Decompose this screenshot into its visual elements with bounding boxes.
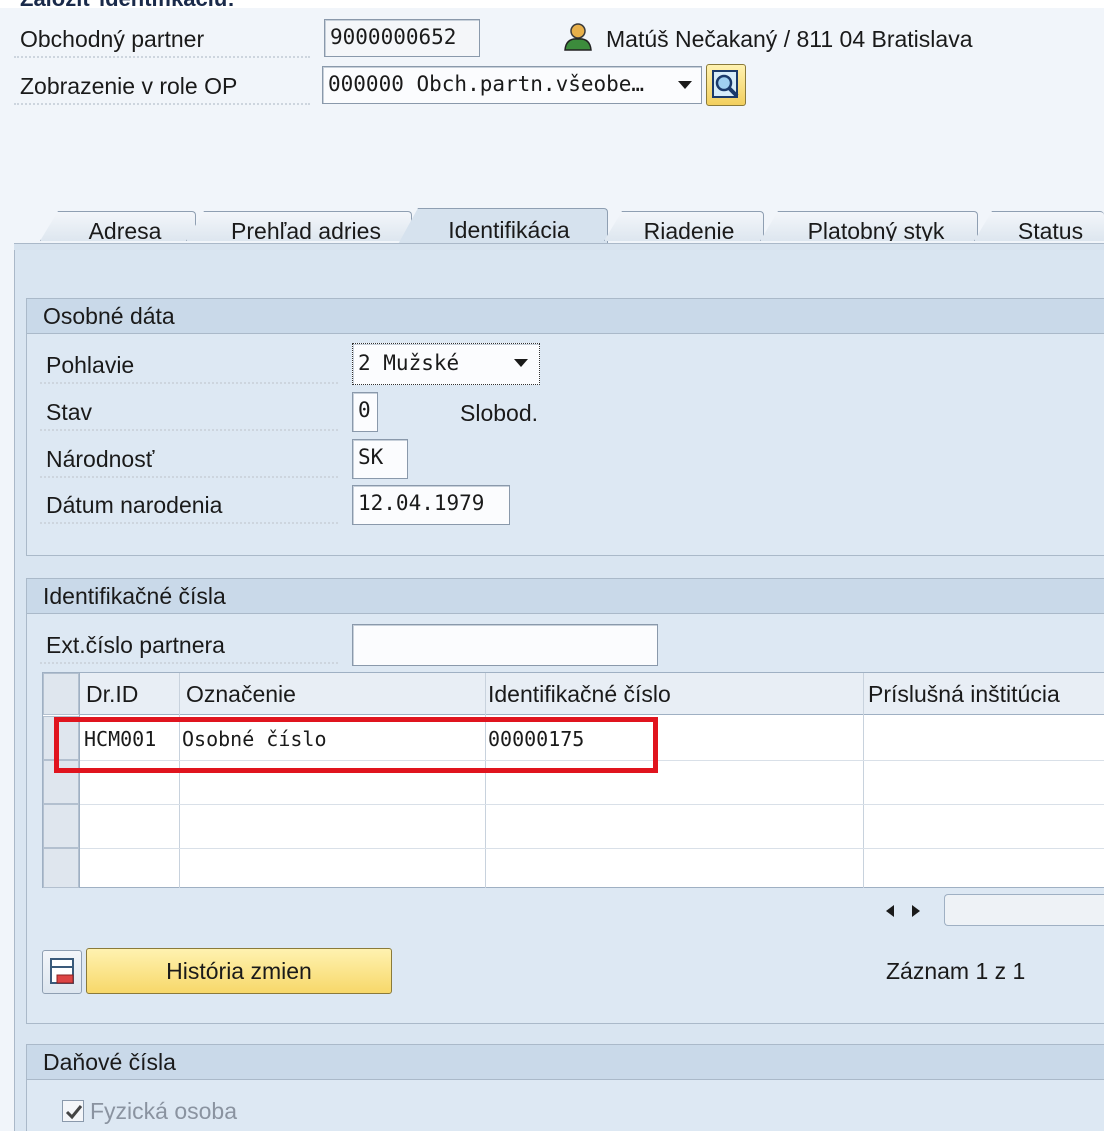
col-header-oznacenie[interactable]: Označenie bbox=[186, 673, 296, 715]
tab-status-label: Status bbox=[1017, 218, 1084, 244]
scroll-right-icon[interactable] bbox=[912, 905, 920, 917]
horizontal-scrollbar[interactable] bbox=[944, 894, 1104, 926]
col-sep bbox=[863, 673, 864, 888]
row-sep bbox=[80, 848, 1104, 849]
scroll-arrows bbox=[868, 896, 938, 926]
chevron-down-icon[interactable] bbox=[514, 359, 528, 367]
table-settings-button[interactable] bbox=[42, 950, 82, 994]
tab-strip-edge bbox=[14, 243, 1104, 250]
group-ids-title: Identifikačné čísla bbox=[27, 579, 1104, 614]
record-counter: Záznam 1 z 1 bbox=[886, 958, 1026, 984]
partner-field[interactable]: 9000000652 bbox=[324, 19, 480, 57]
birth-date-label: Dátum narodenia bbox=[40, 494, 338, 524]
natural-person-checkbox[interactable] bbox=[62, 1100, 84, 1122]
row-selector[interactable] bbox=[43, 848, 79, 888]
status-field[interactable]: 0 bbox=[352, 392, 378, 432]
highlight-frame bbox=[54, 717, 658, 773]
person-icon bbox=[562, 22, 594, 52]
tab-identifikacia-label: Identifikácia bbox=[448, 217, 570, 243]
role-select-value: 000000 Obch.partn.všeobe… bbox=[328, 72, 645, 96]
nationality-label: Národnosť bbox=[40, 448, 338, 478]
role-select[interactable]: 000000 Obch.partn.všeobe… bbox=[322, 66, 702, 104]
role-search-button[interactable] bbox=[706, 64, 746, 106]
ext-number-label: Ext.číslo partnera bbox=[40, 634, 338, 664]
tab-identifikacia[interactable]: Identifikácia bbox=[396, 208, 608, 248]
status-label: Stav bbox=[40, 401, 338, 431]
row-sep bbox=[80, 804, 1104, 805]
table-settings-icon bbox=[50, 958, 74, 984]
col-header-id-number[interactable]: Identifikačné číslo bbox=[488, 673, 671, 715]
col-sep bbox=[179, 673, 180, 888]
tab-prehlad-adries[interactable]: Prehľad adries bbox=[186, 211, 412, 241]
gender-select-value: 2 Mužské bbox=[358, 351, 460, 375]
partner-description: Matúš Nečakaný / 811 04 Bratislava bbox=[606, 26, 973, 52]
col-header-institution[interactable]: Príslušná inštitúcia bbox=[868, 673, 1060, 715]
ext-number-field[interactable] bbox=[352, 624, 658, 666]
partner-label: Obchodný partner bbox=[14, 28, 310, 58]
birth-date-field[interactable]: 12.04.1979 bbox=[352, 485, 510, 525]
tab-platobny-styk[interactable]: Platobný styk bbox=[760, 211, 978, 241]
tab-platobny-styk-label: Platobný styk bbox=[807, 218, 945, 244]
tab-status[interactable]: Status bbox=[974, 211, 1104, 241]
col-sep bbox=[485, 673, 486, 888]
tab-prehlad-adries-label: Prehľad adries bbox=[231, 218, 381, 244]
col-header-dr-id[interactable]: Dr.ID bbox=[86, 673, 138, 715]
tab-riadenie[interactable]: Riadenie bbox=[604, 211, 764, 241]
checkmark-icon bbox=[65, 1105, 83, 1120]
nationality-field[interactable]: SK bbox=[352, 439, 408, 479]
scroll-left-icon[interactable] bbox=[886, 905, 894, 917]
role-label: Zobrazenie v role OP bbox=[14, 75, 310, 105]
col-sep bbox=[79, 673, 80, 888]
group-personal-title: Osobné dáta bbox=[27, 299, 1104, 334]
natural-person-label: Fyzická osoba bbox=[90, 1098, 238, 1124]
tab-adresa-label: Adresa bbox=[88, 218, 162, 244]
tab-riadenie-label: Riadenie bbox=[643, 218, 735, 244]
row-selector[interactable] bbox=[43, 804, 79, 848]
magnifier-icon bbox=[712, 70, 739, 98]
gender-select[interactable]: 2 Mužské bbox=[352, 343, 540, 385]
group-tax-title: Daňové čísla bbox=[27, 1045, 1104, 1080]
tab-adresa[interactable]: Adresa bbox=[40, 211, 196, 241]
chevron-down-icon[interactable] bbox=[678, 81, 692, 89]
gender-label: Pohlavie bbox=[40, 354, 338, 384]
history-button[interactable]: História zmien bbox=[86, 948, 392, 994]
status-text: Slobod. bbox=[460, 400, 539, 426]
select-all-cell[interactable] bbox=[43, 673, 79, 715]
